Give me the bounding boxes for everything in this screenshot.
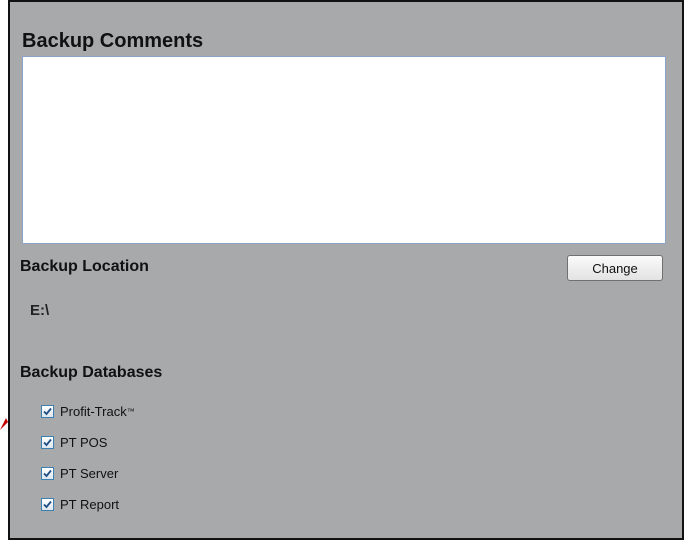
pointer-arrow-icon — [0, 418, 8, 430]
check-mark-icon — [43, 469, 52, 477]
backup-location-title: Backup Location — [20, 258, 149, 275]
backup-databases-title: Backup Databases — [20, 364, 163, 381]
check-mark-icon — [43, 438, 52, 446]
checkbox-pt-report[interactable] — [41, 497, 54, 511]
checkbox-pt-pos[interactable] — [41, 435, 54, 449]
backup-location-path: E:\ — [30, 302, 50, 319]
backup-panel: Backup Comments Backup Location Change E… — [8, 0, 684, 540]
database-label: PT Server — [60, 465, 119, 481]
backup-comments-input[interactable] — [22, 56, 666, 244]
database-item-pt-report[interactable]: PT Report — [41, 496, 135, 512]
checkbox-profit-track[interactable] — [41, 404, 54, 418]
checkbox-pt-server[interactable] — [41, 466, 54, 480]
backup-databases-list: Profit-Track ™ PT POS PT Server PT Repor… — [41, 403, 135, 527]
backup-comments-title: Backup Comments — [22, 30, 204, 52]
change-location-button[interactable]: Change — [567, 255, 663, 281]
database-label: Profit-Track — [60, 403, 127, 419]
check-mark-icon — [43, 500, 52, 508]
database-item-profit-track[interactable]: Profit-Track ™ — [41, 403, 135, 419]
check-mark-icon — [43, 407, 52, 415]
database-item-pt-pos[interactable]: PT POS — [41, 434, 135, 450]
database-item-pt-server[interactable]: PT Server — [41, 465, 135, 481]
database-label: PT POS — [60, 434, 108, 450]
database-label: PT Report — [60, 496, 120, 512]
trademark-symbol: ™ — [126, 406, 135, 416]
